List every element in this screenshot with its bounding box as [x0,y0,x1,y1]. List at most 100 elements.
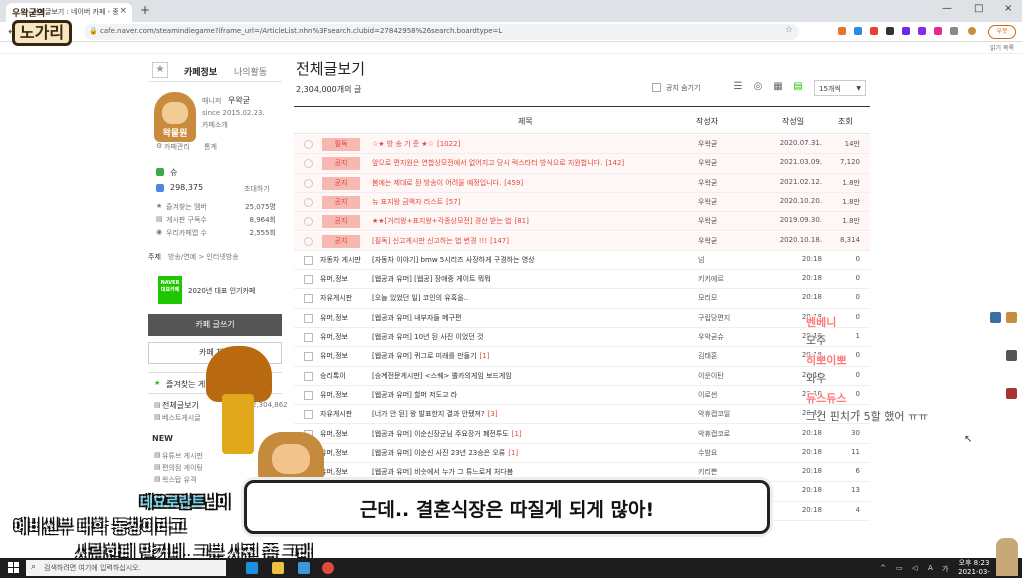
post-title[interactable]: [승계전문게시판] <스퀘> 뿔카의게임 보드게임 [372,372,512,380]
post-board[interactable]: 유머,정보 [320,313,368,323]
post-author[interactable]: 이운이탄 [698,371,762,381]
post-title[interactable]: 앞으로 편지원은 연합상모전에서 없어지고 당시 럭스타터 방식으로 지원합니다… [372,159,602,167]
close-tab-icon[interactable]: × [119,6,127,16]
table-row[interactable]: 유머,정보 [웹공과 유머] 할머 저도고 라 이로썬 20:18 0 [294,386,870,406]
post-board[interactable]: 유머,정보 [320,429,368,439]
row-checkbox[interactable] [304,333,313,342]
cafe-avatar[interactable]: 왁물원 [154,92,196,142]
table-row[interactable]: 유머,정보 [웹공과 유머] [웹공] 장애중 게이트 뭐뭐 키키에르 20:18 0 [294,270,870,290]
manager-name[interactable]: 우왁굳 [228,95,250,106]
table-row-notice[interactable]: 필독 ☆★ 방 송 기 준 ★☆ [1022] 우왁굳 2020.07.31. 14만 [294,135,870,155]
comment-count[interactable]: [142] [605,159,624,167]
post-author[interactable]: 우왁굳 [698,197,762,207]
close-window-button[interactable]: × [1004,3,1012,14]
new-tab-button[interactable]: + [140,3,150,17]
post-subject[interactable]: 앞으로 편지원은 연합상모전에서 없어지고 당시 럭스타터 방식으로 지원합니다… [372,158,692,168]
comment-count[interactable]: [1] [512,430,522,438]
per-page-select[interactable]: 15개씩 ▼ [814,80,866,96]
post-title[interactable]: [웹공과 유머] 비슷에서 누가 그 튜느로게 처다봄 [372,468,513,476]
bookmark-star-icon[interactable]: ☆ [785,25,793,35]
table-row[interactable]: 유머,정보 [웹공과 유머] 이순신 사진 23년 23승은 오류 [1] 수밤요 20… [294,444,870,464]
post-board[interactable]: 자유게시판 [320,293,368,303]
invite-link[interactable]: 초대하기 [244,184,270,194]
post-author[interactable]: 우왁굳 [698,139,762,149]
post-title[interactable]: [웹공과 유머] [웹공] 장애중 게이트 뭐뭐 [372,275,491,283]
store-icon[interactable] [298,562,310,574]
gear-icon[interactable]: ⚙ [156,142,162,150]
row-checkbox[interactable] [304,294,313,304]
post-subject[interactable]: [승계전문게시판] <스퀘> 뿔카의게임 보드게임 [372,371,692,381]
post-title[interactable]: [너가 안 된] 왕 발표한지 결과 안됐져? [372,410,485,418]
post-subject[interactable]: [오늘 있었던 일] 코인의 유혹을.. [372,293,692,303]
row-checkbox[interactable] [304,410,313,420]
post-title[interactable]: 뉴 표지왕 금액자 리스트 [372,198,443,206]
edge-icon[interactable] [246,562,258,574]
url-input[interactable]: 🔒 cafe.naver.com/steamindiegame?iframe_u… [84,24,799,40]
row-checkbox[interactable] [304,371,313,381]
side-app-icon[interactable] [1006,350,1017,361]
comment-count[interactable]: [57] [446,198,460,206]
post-author[interactable]: 모리모 [698,293,762,303]
post-subject[interactable]: [웹공과 유머] 10년 된 사진 이었던 것 [372,332,692,342]
comment-count[interactable]: [1022] [437,140,460,148]
post-subject[interactable]: [웹공과 유머] [웹공] 장애중 게이트 뭐뭐 [372,274,692,284]
post-author[interactable]: 키키에르 [698,274,762,284]
row-checkbox[interactable] [304,313,313,323]
language-icon[interactable]: 가 [942,564,948,574]
windows-start-icon[interactable] [8,562,20,574]
table-row[interactable]: 승리톡이 [승계전문게시판] <스퀘> 뿔카의게임 보드게임 이운이탄 20:18 0 [294,367,870,386]
post-title[interactable]: [웹공과 유머] 이순신장군님 주요장거 폐전투도 [372,430,509,438]
extension-icon[interactable] [902,27,910,35]
tab-my-activity[interactable]: 나의활동 [234,65,267,78]
table-row[interactable]: 자유게시판 [너가 안 된] 왕 발표한지 결과 안됐져? [3] 악휴캡코일 20:1… [294,405,870,425]
taskbar-clock[interactable]: 오후 8:23 2021-03-16 [956,559,992,586]
table-row[interactable]: 자유게시판 [오늘 있었던 일] 코인의 유혹을.. 모리모 20:18 0 [294,289,870,309]
post-subject[interactable]: 뉴 표지왕 금액자 리스트 [57] [372,197,692,207]
post-author[interactable]: 악휴캡코일 [698,409,762,419]
hide-notice-checkbox[interactable] [652,83,661,92]
lock-icon[interactable]: 🔒 [89,27,98,35]
post-board[interactable]: 유머,정보 [320,390,368,400]
post-subject[interactable]: [자동차 이야기] bmw 5시리즈 사장하게 구경하는 영상 [372,255,692,265]
row-checkbox[interactable] [304,352,313,362]
taskbar-search-input[interactable]: ⌕ 검색하려면 여기에 입력하십시오. [26,560,226,576]
profile-button[interactable]: 우뭇 [988,25,1016,39]
minimize-button[interactable]: — [942,3,952,14]
comment-count[interactable]: [1] [480,352,490,360]
post-board[interactable]: 자유게시판 [320,409,368,419]
post-title[interactable]: [웹공과 유머] 10년 된 사진 이었던 것 [372,333,483,341]
tray-chevron-icon[interactable]: ^ [880,564,886,572]
volume-icon[interactable]: ◁ [912,564,917,572]
comment-count[interactable]: [3] [488,410,498,418]
post-title[interactable]: [오늘 있었던 일] 코인의 유혹을.. [372,294,468,302]
table-row-notice[interactable]: 공지 앞으로 편지원은 연합상모전에서 없어지고 당시 럭스타터 방식으로 지원합… [294,154,870,174]
post-board[interactable]: 유머,정보 [320,467,368,477]
board-link[interactable]: 편의점 게이팅 [162,463,203,473]
post-subject[interactable]: ★★[거리왕+표지왕+각종상모전] 경산 받는 법 [81] [372,216,692,226]
play-view-icon[interactable]: ◎ [752,81,764,93]
list-view-icon[interactable]: ☰ [732,81,744,93]
chrome-icon[interactable] [322,562,334,574]
network-icon[interactable]: ▭ [896,564,903,572]
post-subject[interactable]: [웹공과 유머] 퀴그로 미래를 만들기 [1] [372,351,692,361]
ime-icon[interactable]: A [928,564,933,572]
table-row[interactable]: 유머,정보 [웹공과 유머] 퀴그로 미래를 만들기 [1] 김태훈 20:18 0 [294,347,870,367]
comment-count[interactable]: [81] [514,217,528,225]
table-row-notice[interactable]: 공지 [필독] 신고게시판 신고하는 법 변경 !!! [147] 우왁굳 2020.1… [294,231,870,251]
extension-icon[interactable] [886,27,894,35]
post-board[interactable]: 승리톡이 [320,371,368,381]
post-author[interactable]: 키리쁜 [698,467,762,477]
cafe-manage-link[interactable]: 카페관리 [164,142,190,152]
side-app-icon[interactable] [990,312,1001,323]
board-link[interactable]: 왁스탑 유격 [162,475,196,485]
post-author[interactable]: 우왁굳 [698,178,762,188]
post-title[interactable]: [자동차 이야기] bmw 5시리즈 사장하게 구경하는 영상 [372,256,535,264]
table-row[interactable]: 유머,정보 [웹공과 유머] 10년 된 사진 이었던 것 우악굳슈 20:18 1 [294,328,870,348]
stats-link[interactable]: 통계 [204,142,217,152]
post-author[interactable]: 우악굳슈 [698,332,762,342]
table-row-notice[interactable]: 공지 뉴 표지왕 금액자 리스트 [57] 우왁굳 2020.10.20. 1.8만 [294,192,870,213]
table-row[interactable]: 유머,정보 [웹공과 유머] 이순신장군님 주요장거 폐전투도 [1] 악휴캡코로 20… [294,425,870,444]
reading-list-link[interactable]: 읽기 목록 [990,43,1014,52]
post-subject[interactable]: 봄에는 제대로 된 방송이 어려울 예정입니다. [459] [372,178,692,188]
card-view-icon[interactable]: ▤ [792,81,804,93]
